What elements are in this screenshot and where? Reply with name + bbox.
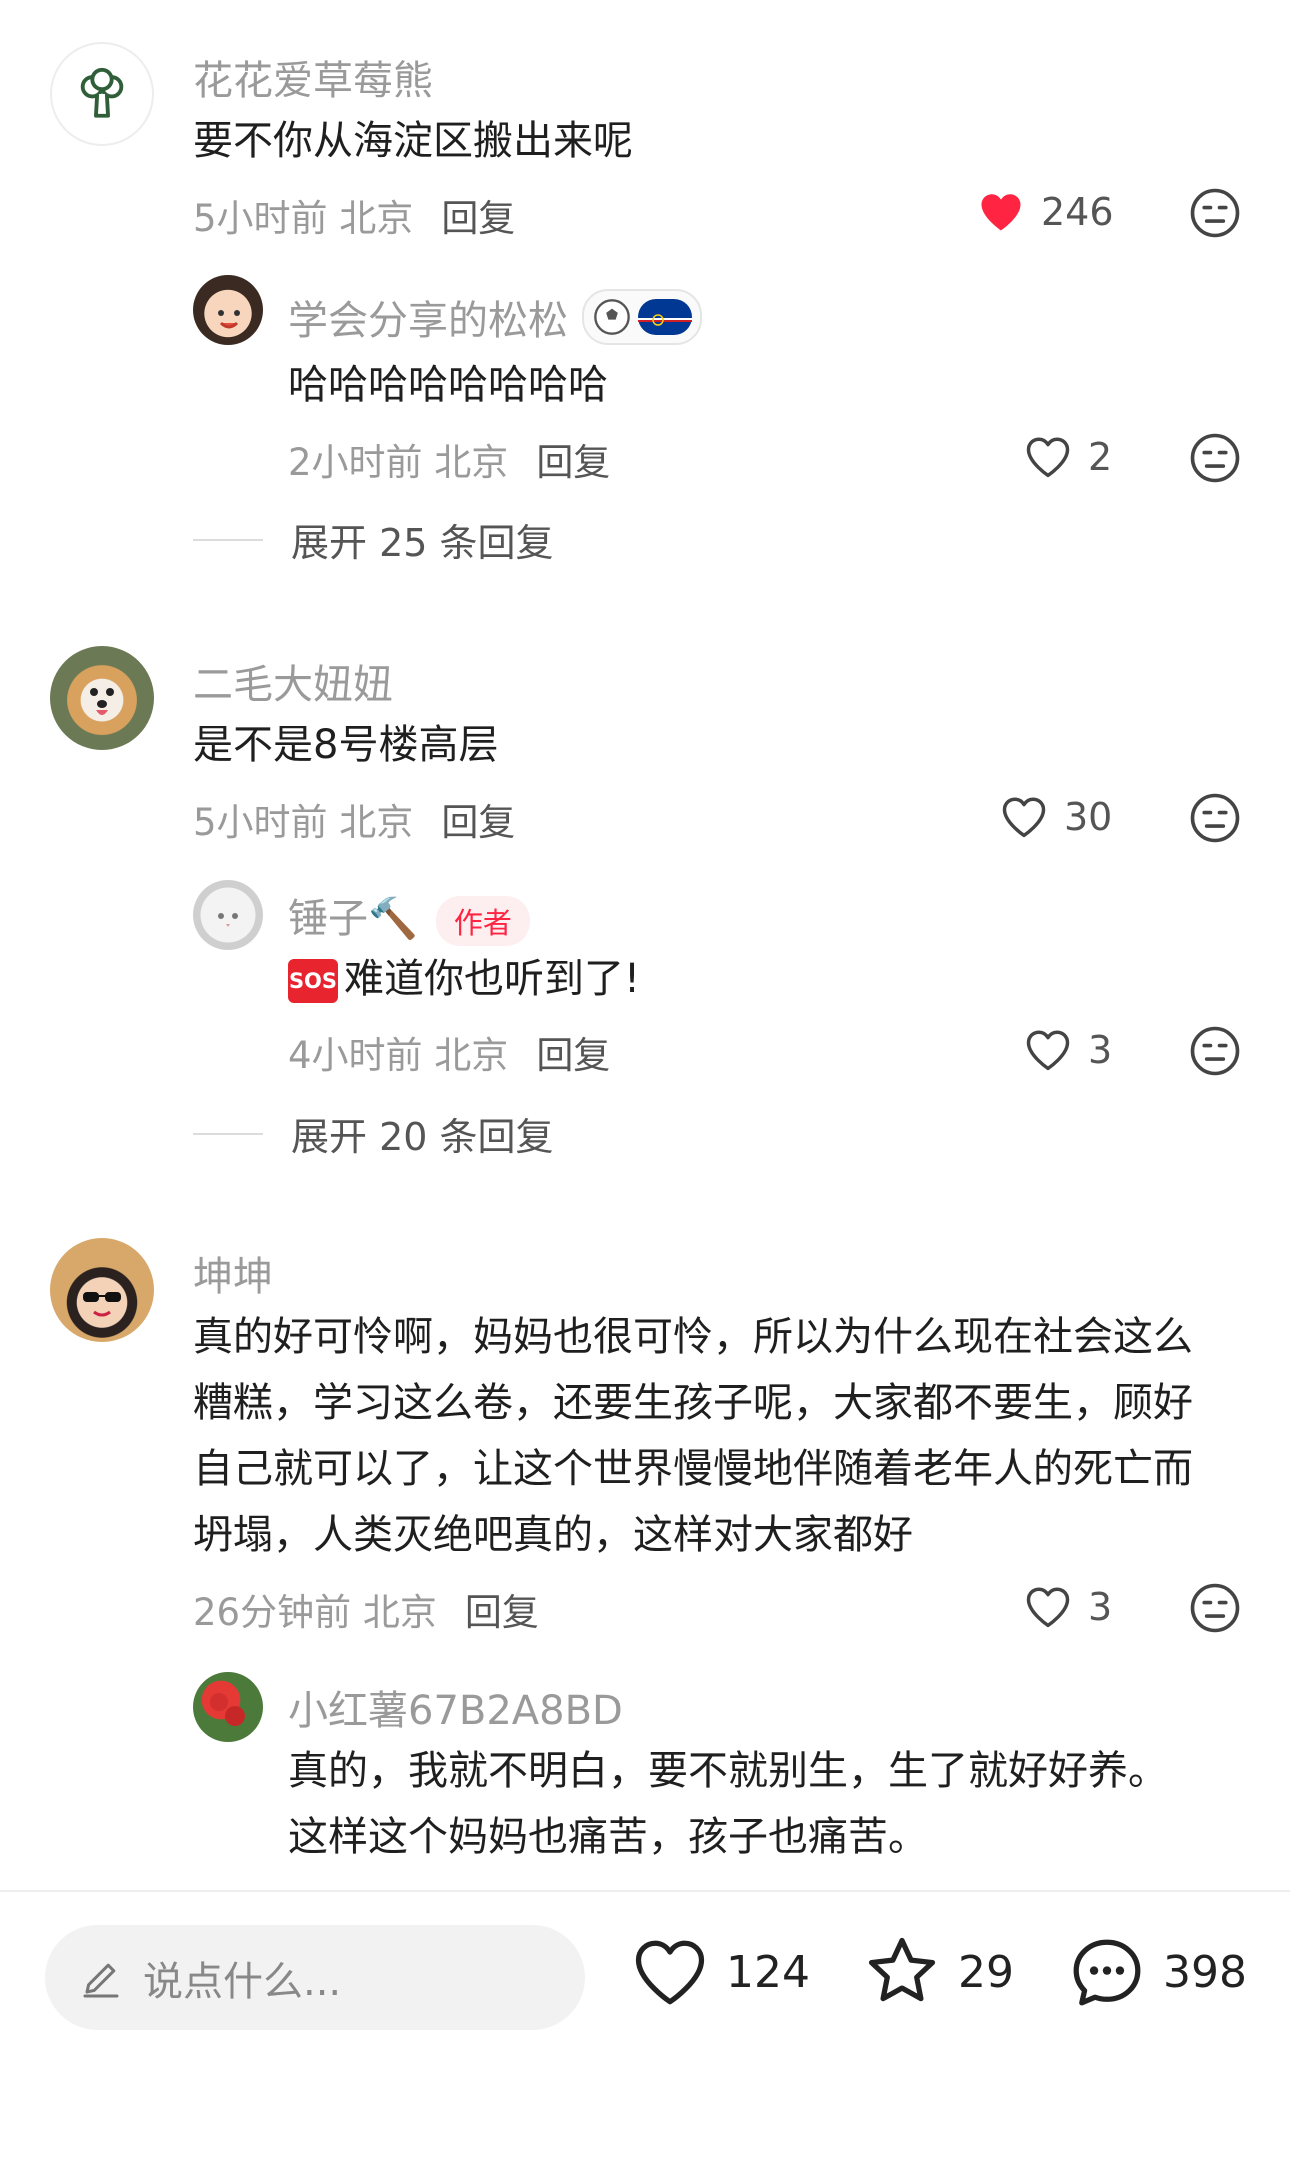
comment-text[interactable]: 是不是8号楼高层 [193,712,498,778]
comment-text-line: 自己就可以了，让这个世界慢慢地伴随着老年人的死亡而 [193,1446,1193,1492]
heart-filled-icon [981,194,1021,231]
comment-meta: 26分钟前 北京 回复 [193,1582,539,1636]
reply-avatar[interactable] [193,880,263,950]
like-button[interactable]: 30 [998,791,1112,843]
heart-icon [1022,1024,1074,1076]
reply-avatar[interactable] [193,1672,263,1742]
soccer-badge-icon [582,289,702,345]
avatar[interactable] [50,646,154,750]
username[interactable]: 二毛大妞妞 [193,652,393,710]
like-post-button[interactable]: 124 [628,1930,810,2014]
comments-button[interactable]: 398 [1065,1930,1247,2014]
username[interactable]: 坤坤 [193,1244,273,1302]
heart-icon [635,1940,705,2005]
time-location: 26分钟前 北京 [193,1591,437,1634]
reply-meta: 2小时前 北京 回复 [288,432,610,486]
like-count: 2 [1088,435,1113,479]
divider [193,1132,263,1135]
avatar[interactable] [50,42,154,146]
input-placeholder: 说点什么... [143,1958,342,2005]
rose-icon [210,1693,245,1726]
dislike-icon[interactable] [1188,791,1242,845]
heart-icon [1022,1581,1074,1633]
broccoli-icon [80,67,124,118]
dislike-icon[interactable] [1188,1581,1242,1635]
comment-text-line: 坍塌，人类灭绝吧真的，这样对大家都好 [193,1512,913,1558]
reply-button[interactable]: 回复 [441,801,515,844]
comment-text-line: 糟糕，学习这么卷，还要生孩子呢，大家都不要生，顾好 [193,1380,1193,1426]
like-count: 30 [1064,795,1113,839]
comment-meta: 5小时前 北京 回复 [193,792,515,846]
like-button[interactable]: 3 [1022,1024,1112,1076]
speech-bubble-icon [1073,1939,1141,2006]
sos-icon: SOS [288,959,338,1003]
like-button[interactable]: 2 [1022,431,1112,483]
time-location: 5小时前 北京 [193,801,414,844]
dislike-icon[interactable] [1188,1024,1242,1078]
person-sunglasses-icon [83,1292,121,1317]
comment-meta: 5小时前 北京 回复 [193,188,515,242]
expand-replies-button[interactable]: 展开 25 条回复 [193,512,554,567]
like-count: 3 [1088,1028,1113,1072]
comment-text[interactable]: 要不你从海淀区搬出来呢 [193,108,633,174]
reply-username[interactable]: 学会分享的松松 [288,288,702,346]
reply-button[interactable]: 回复 [441,197,515,240]
heart-icon [1022,431,1074,483]
reply-button[interactable]: 回复 [536,1034,610,1077]
expand-label: 展开 20 条回复 [291,1115,554,1159]
author-badge: 作者 [435,896,530,946]
reply-username[interactable]: 小红薯67B2A8BD [288,1678,623,1736]
expand-replies-button[interactable]: 展开 20 条回复 [193,1106,554,1161]
reply-button[interactable]: 回复 [465,1591,539,1634]
like-button[interactable]: 3 [1022,1581,1112,1633]
reply-text-line: 真的，我就不明白，要不就别生，生了就好好养。 [288,1748,1168,1794]
cat-icon [218,913,238,927]
like-button[interactable]: 246 [975,186,1114,238]
comment-text-line: 真的好可怜啊，妈妈也很可怜，所以为什么现在社会这么 [193,1314,1193,1360]
comment-input[interactable]: 说点什么... [45,1925,585,2030]
reply-text[interactable]: SOS 难道你也听到了! [288,946,640,1012]
comment-count: 398 [1163,1946,1247,1998]
time-location: 5小时前 北京 [193,197,414,240]
bottom-action-bar: 说点什么... 124 29 398 [0,1890,1290,2160]
time-location: 2小时前 北京 [288,441,509,484]
username[interactable]: 花花爱草莓熊 [193,48,433,106]
expand-label: 展开 25 条回复 [291,521,554,565]
favorite-count: 29 [958,1946,1014,1998]
reply-meta: 4小时前 北京 回复 [288,1025,610,1079]
like-count: 246 [1041,190,1114,234]
divider [193,538,263,541]
dislike-icon[interactable] [1188,431,1242,485]
dog-icon [90,688,114,715]
favorite-button[interactable]: 29 [860,1930,1014,2014]
pencil-icon [83,1963,119,1997]
child-face-icon [218,310,240,329]
reply-text-line: 这样这个妈妈也痛苦，孩子也痛苦。 [288,1814,928,1860]
dislike-icon[interactable] [1188,186,1242,240]
star-icon [868,1937,936,2002]
avatar[interactable] [50,1238,154,1342]
like-count: 124 [726,1946,810,1998]
heart-icon [998,791,1050,843]
reply-text[interactable]: 哈哈哈哈哈哈哈哈 [288,352,608,418]
reply-button[interactable]: 回复 [536,441,610,484]
reply-avatar[interactable] [193,275,263,345]
reply-username[interactable]: 锤子🔨 作者 [288,886,530,946]
time-location: 4小时前 北京 [288,1034,509,1077]
like-count: 3 [1088,1585,1113,1629]
